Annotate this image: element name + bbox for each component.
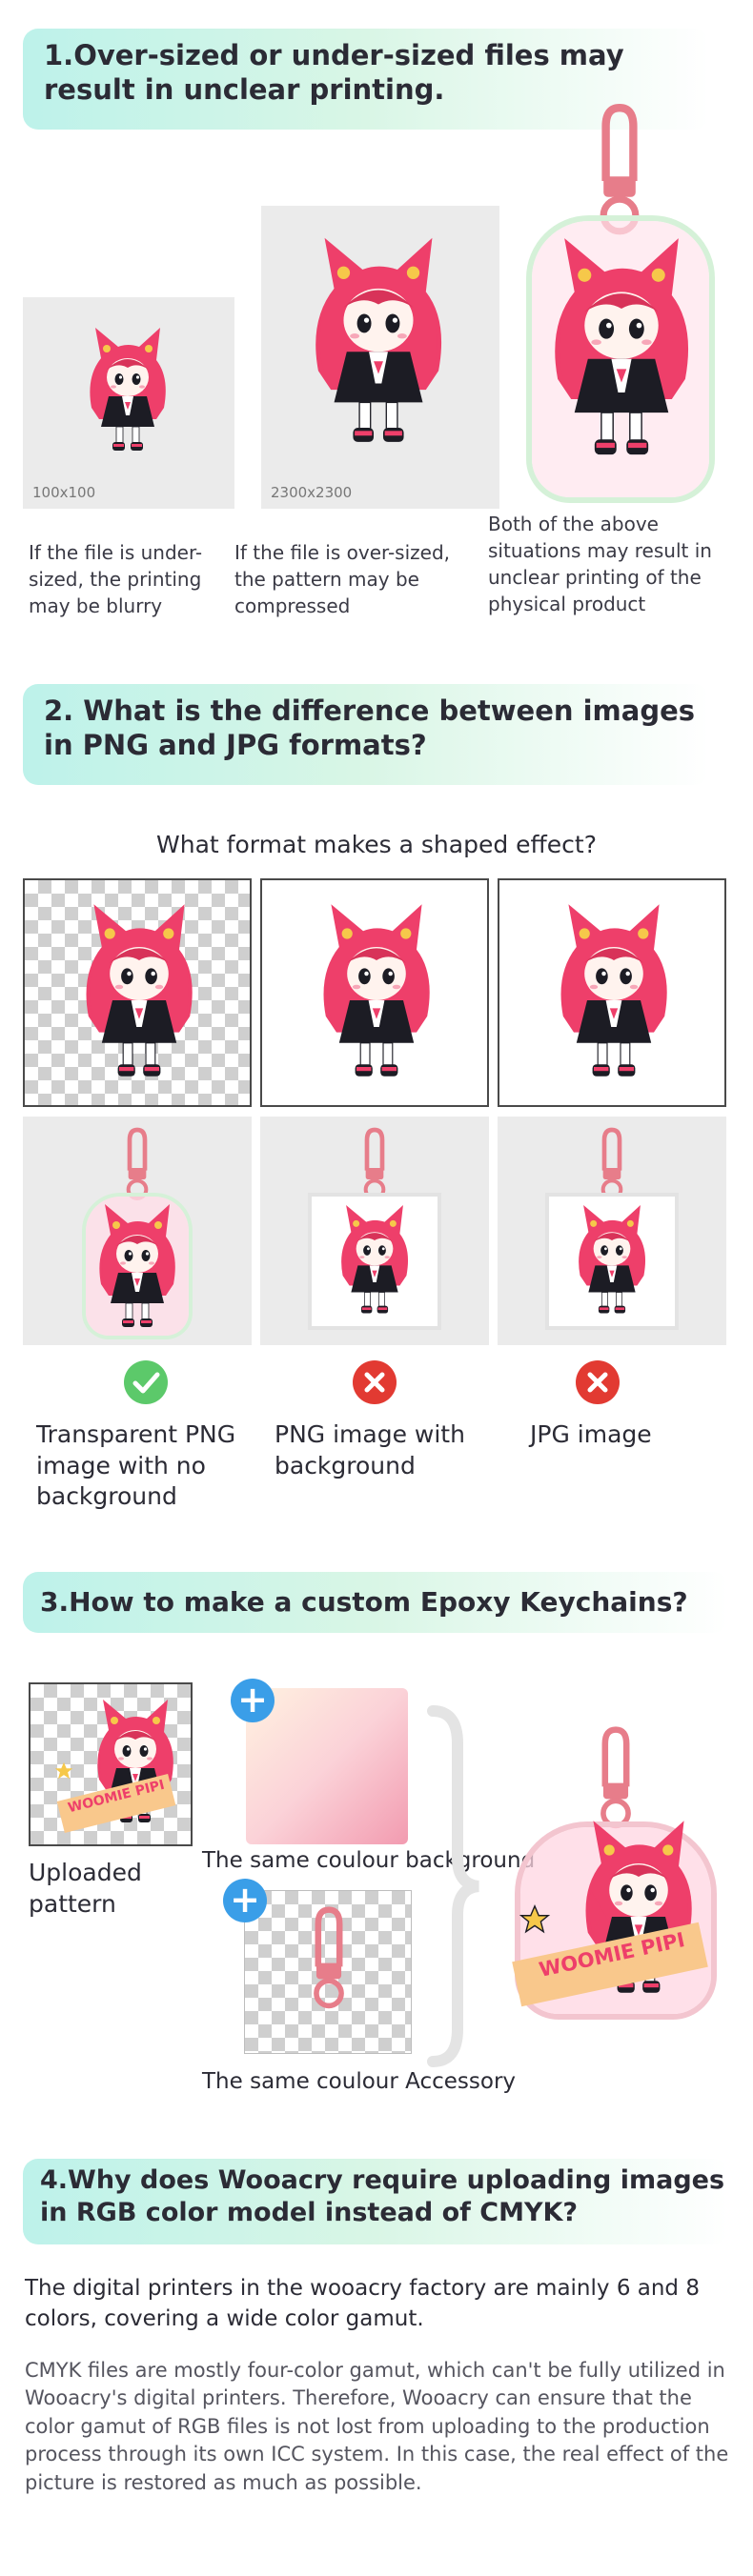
result-png-with-background [260, 1117, 489, 1345]
caption-both: Both of the above situations may result … [488, 513, 712, 615]
character-illustration [80, 320, 175, 463]
keychain-clasp-icon [593, 1126, 631, 1202]
uploaded-pattern-image: WOOMIE PIPI [29, 1682, 193, 1846]
file-png-with-background [260, 878, 489, 1107]
plus-icon: + [231, 1679, 275, 1722]
keychain-clasp-icon [356, 1126, 394, 1202]
cross-icon [353, 1360, 397, 1404]
file-transparent-png [23, 878, 252, 1107]
caption-undersized: If the file is under-sized, the printing… [29, 541, 203, 617]
check-icon [124, 1360, 168, 1404]
curly-brace-icon [427, 1705, 479, 2067]
option-label-jpg: JPG image [530, 1420, 652, 1448]
background-label: The same coulour background [202, 1848, 536, 1873]
file-jpg [498, 878, 726, 1107]
result-transparent-png [23, 1117, 252, 1345]
section4-paragraph-2: CMYK files are mostly four-color gamut, … [25, 2359, 729, 2494]
format-question: What format makes a shaped effect? [156, 831, 597, 858]
section4-paragraph-1: The digital printers in the wooacry fact… [25, 2276, 700, 2332]
section3-heading: 3.How to make a custom Epoxy Keychains? [40, 1586, 688, 1618]
image-large-2300: 2300x2300 [261, 206, 499, 509]
option-label-png-background: PNG image with background [275, 1420, 465, 1479]
keychain-product-photo [522, 91, 728, 511]
character-illustration [570, 1198, 654, 1324]
option-label-transparent-png: Transparent PNG image with no background [36, 1420, 236, 1510]
star-icon [54, 1761, 73, 1780]
character-illustration [547, 894, 681, 1094]
colour-accessory-swatch [244, 1890, 412, 2054]
cross-icon [576, 1360, 620, 1404]
image-size-label: 2300x2300 [271, 484, 353, 501]
section2-heading: 2. What is the difference between images… [44, 694, 696, 762]
character-illustration [72, 894, 206, 1094]
result-jpg [498, 1117, 726, 1345]
caption-oversized: If the file is over-sized, the pattern m… [234, 541, 450, 617]
keychain-clasp-icon [585, 101, 654, 238]
finished-keychain: WOOMIE PIPI [496, 1715, 734, 2029]
character-illustration [90, 1197, 185, 1339]
character-illustration [299, 225, 458, 463]
keychain-clasp-icon [118, 1126, 156, 1202]
character-illustration [333, 1198, 417, 1324]
character-illustration [310, 894, 443, 1094]
uploaded-pattern-label: Uploaded pattern [29, 1859, 142, 1918]
star-icon [519, 1904, 551, 1934]
image-small-100: 100x100 [23, 297, 234, 509]
section4-heading: 4.Why does Wooacry require uploading ima… [40, 2165, 725, 2227]
keychain-clasp-icon [302, 1904, 356, 2011]
image-size-label: 100x100 [32, 484, 96, 501]
plus-icon: + [223, 1879, 267, 1922]
character-illustration [538, 225, 705, 476]
accessory-label: The same coulour Accessory [202, 2069, 517, 2094]
